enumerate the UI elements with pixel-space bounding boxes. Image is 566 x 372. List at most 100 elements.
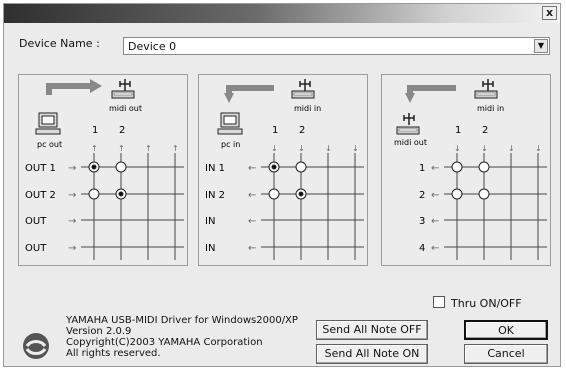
row-label-3: IN — [205, 216, 215, 227]
svg-text:↓: ↓ — [481, 144, 488, 153]
info-line-3: Copyright(C)2003 YAMAHA Corporation — [66, 337, 263, 348]
panel-label-right: midi in — [294, 104, 321, 113]
yamaha-logo-icon — [21, 331, 51, 365]
pc-out-panel: pc out midi out 1 2 ↑ ↑ ↑ ↑ → → → → OUT … — [18, 74, 188, 266]
panel-label-left: midi out — [394, 138, 427, 147]
row-label-3: OUT — [25, 216, 47, 227]
midi-thru-panel: midi out midi in 1 2 ↓ ↓ ↓ ↓ ← ← ← ← 1 2… — [381, 74, 551, 266]
midi-port-icon — [474, 90, 498, 99]
info-line-4: All rights reserved. — [66, 348, 161, 359]
connection-nodes — [268, 161, 307, 200]
row-label-2: OUT 2 — [25, 190, 56, 201]
thru-checkbox[interactable] — [433, 296, 445, 308]
row-label-4: OUT — [25, 243, 47, 254]
node-1-2 — [478, 161, 490, 173]
col-label-2: 2 — [299, 125, 305, 136]
svg-text:←: ← — [431, 190, 439, 201]
midi-port-icon — [396, 126, 420, 135]
col-label-1: 1 — [272, 125, 278, 136]
routing-arrow-icon — [46, 83, 91, 95]
svg-text:←: ← — [248, 243, 256, 254]
usb-icon — [119, 79, 131, 91]
svg-text:↑: ↑ — [91, 144, 98, 153]
routing-arrow-head-icon — [90, 79, 102, 93]
panel-label-right: midi in — [477, 104, 504, 113]
thru-label: Thru ON/OFF — [451, 297, 522, 310]
svg-text:↓: ↓ — [271, 144, 278, 153]
thru-toggle[interactable]: Thru ON/OFF — [433, 296, 522, 310]
info-line-1: YAMAHA USB-MIDI Driver for Windows2000/X… — [66, 315, 298, 326]
usb-icon — [482, 79, 494, 91]
svg-text:↓: ↓ — [535, 144, 542, 153]
svg-text:←: ← — [431, 163, 439, 174]
svg-text:↑: ↑ — [118, 144, 125, 153]
send-all-note-off-button[interactable]: Send All Note OFF — [316, 320, 428, 340]
panel-label-left: pc in — [221, 140, 240, 149]
row-arrow-icons: ← ← ← ← — [431, 163, 439, 254]
cancel-button[interactable]: Cancel — [464, 344, 548, 364]
routing-arrow-icon — [407, 85, 456, 97]
row-label-1: 1 — [419, 163, 425, 174]
svg-text:→: → — [68, 243, 76, 254]
pc-icon — [217, 112, 243, 135]
row-arrow-icons: ← ← ← ← — [248, 163, 256, 254]
routing-arrow-head-icon — [224, 93, 234, 103]
connection-nodes — [451, 161, 490, 200]
col-label-1: 1 — [455, 125, 461, 136]
svg-text:←: ← — [248, 190, 256, 201]
title-bar: x — [4, 4, 560, 23]
driver-info: YAMAHA USB-MIDI Driver for Windows2000/X… — [66, 315, 298, 359]
col-label-2: 2 — [482, 125, 488, 136]
usb-icon — [299, 79, 311, 91]
column-arrow-icons: ↓ ↓ ↓ ↓ — [454, 144, 542, 153]
send-all-note-on-button[interactable]: Send All Note ON — [316, 344, 428, 364]
svg-text:↓: ↓ — [298, 144, 305, 153]
device-name-value: Device 0 — [128, 40, 177, 53]
midi-port-icon — [111, 90, 135, 99]
node-2-1 — [268, 188, 280, 200]
node-2-1 — [451, 188, 463, 200]
svg-text:←: ← — [431, 216, 439, 227]
svg-text:↓: ↓ — [508, 144, 515, 153]
svg-text:←: ← — [248, 163, 256, 174]
col-label-1: 1 — [92, 125, 98, 136]
node-1-1 — [451, 161, 463, 173]
svg-text:→: → — [68, 163, 76, 174]
midi-thru-diagram: midi out midi in 1 2 ↓ ↓ ↓ ↓ ←←←← 1 2 3 … — [394, 79, 547, 260]
panel-label-right: midi out — [109, 104, 142, 113]
node-1-2 — [115, 161, 127, 173]
pc-icon — [35, 112, 61, 135]
device-name-label: Device Name : — [19, 37, 100, 50]
ok-button[interactable]: OK — [464, 320, 548, 340]
svg-text:↓: ↓ — [454, 144, 461, 153]
svg-text:←: ← — [431, 243, 439, 254]
row-label-2: IN 2 — [205, 190, 225, 201]
routing-arrow-head-icon — [405, 93, 415, 103]
connection-nodes — [88, 161, 127, 200]
chevron-down-icon[interactable]: ▼ — [534, 39, 548, 53]
svg-text:→: → — [68, 216, 76, 227]
midi-port-icon — [291, 90, 315, 99]
pc-out-diagram: pc out midi out 1 2 ↑ ↑ ↑ ↑ →→→→ OUT 1 O… — [25, 79, 184, 260]
svg-text:→: → — [68, 190, 76, 201]
panel-label-left: pc out — [37, 140, 62, 149]
col-label-2: 2 — [119, 125, 125, 136]
node-2-2 — [478, 188, 490, 200]
column-arrow-icons: ↑ ↑ ↑ ↑ — [91, 144, 179, 153]
svg-text:←: ← — [248, 216, 256, 227]
column-arrow-icons: ↓ ↓ ↓ ↓ — [271, 144, 359, 153]
row-label-4: 4 — [419, 243, 425, 254]
pc-in-panel: pc in midi in 1 2 ↓ ↓ ↓ ↓ ← ← ← ← IN 1 I… — [198, 74, 368, 266]
yamaha-midi-dialog: x Device Name : Device 0 ▼ pc out midi o… — [3, 3, 561, 367]
info-line-2: Version 2.0.9 — [66, 326, 132, 337]
close-button[interactable]: x — [542, 6, 557, 20]
row-label-4: IN — [205, 243, 215, 254]
row-label-1: OUT 1 — [25, 163, 56, 174]
row-label-1: IN 1 — [205, 163, 225, 174]
svg-text:↓: ↓ — [325, 144, 332, 153]
svg-text:↑: ↑ — [172, 144, 179, 153]
node-1-2 — [295, 161, 307, 173]
usb-icon — [403, 113, 415, 125]
device-name-select[interactable]: Device 0 ▼ — [123, 37, 550, 55]
row-label-2: 2 — [419, 190, 425, 201]
